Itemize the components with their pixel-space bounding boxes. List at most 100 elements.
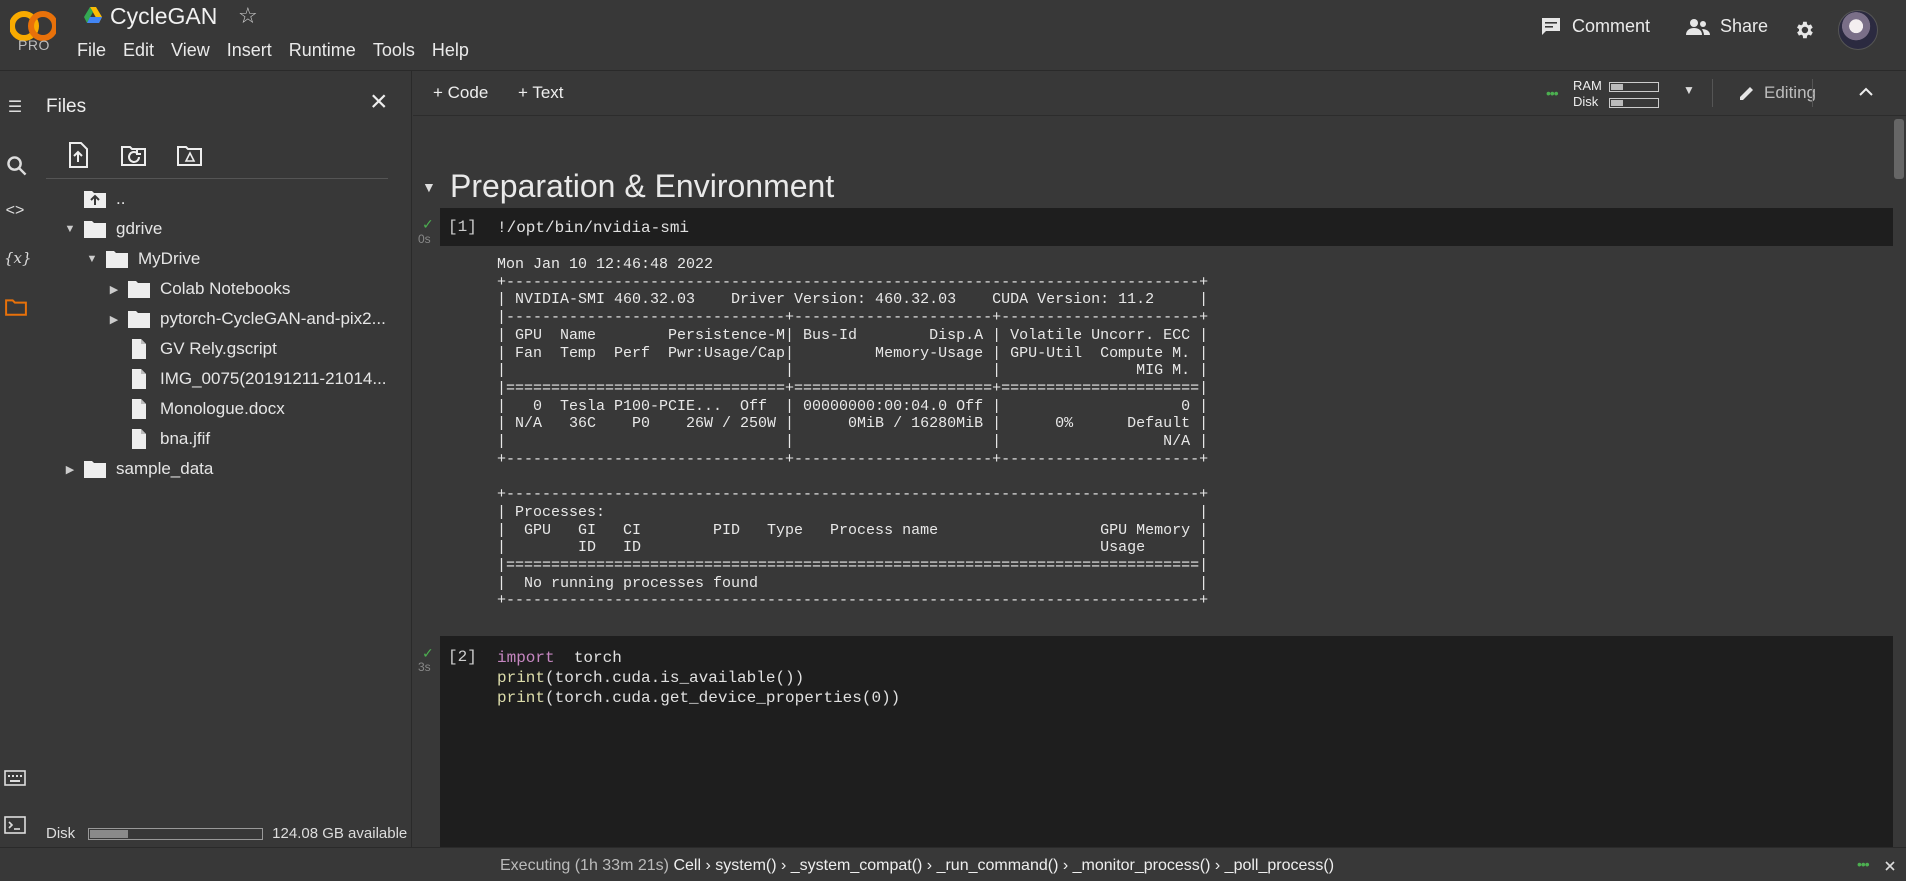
file-icon bbox=[132, 339, 146, 359]
disk-usage-fill bbox=[90, 829, 129, 838]
mount-drive-icon[interactable] bbox=[176, 141, 204, 169]
command-palette-icon[interactable] bbox=[4, 767, 26, 789]
upload-file-icon[interactable] bbox=[64, 141, 92, 169]
menu-insert[interactable]: Insert bbox=[227, 40, 272, 61]
chevron-right-icon: › bbox=[776, 857, 791, 874]
folder-icon bbox=[128, 281, 150, 298]
pencil-icon bbox=[1740, 87, 1753, 100]
executing-label: Executing (1h 33m 21s) bbox=[500, 857, 669, 874]
chevron-right-icon[interactable]: ▶ bbox=[106, 313, 122, 326]
add-text-button[interactable]: + Text bbox=[518, 83, 564, 103]
add-text-label: Text bbox=[532, 83, 564, 102]
notebook-toolbar: + Code + Text ••• RAM Disk ▼ Editing bbox=[413, 71, 1906, 116]
file-tree-item[interactable]: ▶ Colab Notebooks bbox=[106, 276, 290, 302]
file-tree-label: sample_data bbox=[116, 459, 214, 478]
trace-frame[interactable]: _run_command() bbox=[937, 857, 1059, 874]
file-tree-label: gdrive bbox=[116, 219, 163, 238]
folder-icon bbox=[84, 461, 106, 478]
disk-usage: Disk 124.08 GB available bbox=[46, 825, 407, 842]
avatar[interactable] bbox=[1838, 10, 1878, 50]
file-tree-item[interactable]: ▶ pytorch-CycleGAN-and-pix2... bbox=[106, 306, 386, 332]
toc-icon[interactable]: ☰ bbox=[4, 97, 26, 119]
share-label: Share bbox=[1720, 16, 1769, 36]
search-icon[interactable] bbox=[6, 155, 28, 177]
chevron-down-icon[interactable]: ▼ bbox=[84, 253, 100, 265]
file-tree-item[interactable]: ▼ MyDrive bbox=[84, 246, 200, 272]
variables-icon[interactable]: {x} bbox=[4, 249, 32, 271]
code-line: print(torch.cuda.get_device_properties(0… bbox=[497, 688, 900, 708]
code-line: print(torch.cuda.is_available()) bbox=[497, 668, 804, 688]
trace-frame[interactable]: _system_compat() bbox=[791, 857, 923, 874]
code-text: (torch.cuda.is_available()) bbox=[545, 669, 805, 687]
chevron-up-icon[interactable] bbox=[1859, 87, 1873, 97]
share-button[interactable]: Share bbox=[1686, 16, 1768, 37]
connected-indicator-icon: ••• bbox=[1857, 856, 1870, 872]
disk-available: 124.08 GB available bbox=[272, 825, 408, 842]
code-line: import torch bbox=[497, 648, 622, 668]
file-tree-label: bna.jfif bbox=[160, 429, 211, 448]
editing-mode-button[interactable]: Editing bbox=[1738, 83, 1816, 103]
comment-label: Comment bbox=[1572, 16, 1651, 36]
code-cell[interactable]: [2] import torch print(torch.cuda.is_ava… bbox=[440, 636, 1893, 847]
menu-file[interactable]: File bbox=[77, 40, 106, 61]
refresh-folder-icon[interactable] bbox=[120, 141, 148, 169]
file-tree-item[interactable]: GV Rely.gscript bbox=[106, 336, 277, 362]
file-tree-item[interactable]: ▼ gdrive bbox=[62, 216, 162, 242]
folder-icon bbox=[84, 221, 106, 238]
chevron-down-icon[interactable]: ▼ bbox=[1683, 83, 1695, 97]
terminal-icon[interactable] bbox=[4, 814, 26, 836]
close-icon[interactable] bbox=[1885, 861, 1895, 871]
notebook-title[interactable]: CycleGAN bbox=[110, 3, 217, 30]
trace-frame[interactable]: _poll_process() bbox=[1225, 857, 1334, 874]
folder-icon bbox=[128, 311, 150, 328]
trace-frame[interactable]: _monitor_process() bbox=[1073, 857, 1211, 874]
file-tree-item[interactable]: IMG_0075(20191211-21014... bbox=[106, 366, 387, 392]
chevron-right-icon[interactable]: ▶ bbox=[62, 463, 78, 476]
run-success-icon: ✓ bbox=[422, 216, 434, 232]
file-tree-item[interactable]: ▶ sample_data bbox=[62, 456, 213, 482]
menu-edit[interactable]: Edit bbox=[123, 40, 154, 61]
keyword: import bbox=[497, 649, 555, 667]
file-tree-label: Colab Notebooks bbox=[160, 279, 291, 298]
google-drive-icon[interactable] bbox=[84, 7, 102, 23]
comment-button[interactable]: Comment bbox=[1540, 16, 1650, 37]
chevron-right-icon: › bbox=[1210, 857, 1225, 874]
status-bar: Executing (1h 33m 21s) Cell › system() ›… bbox=[0, 847, 1906, 881]
close-icon[interactable]: × bbox=[370, 87, 388, 117]
chevron-down-icon[interactable]: ▼ bbox=[62, 223, 78, 235]
divider bbox=[1812, 79, 1813, 107]
add-code-button[interactable]: + Code bbox=[433, 83, 488, 103]
gear-icon[interactable] bbox=[1793, 19, 1815, 41]
file-tree-item[interactable]: Monologue.docx bbox=[106, 396, 285, 422]
resources-indicator[interactable]: RAM Disk bbox=[1573, 78, 1659, 110]
scrollbar[interactable] bbox=[1894, 119, 1904, 179]
file-tree-item[interactable]: .. bbox=[62, 186, 125, 212]
disk-label: Disk bbox=[46, 825, 76, 842]
file-icon bbox=[132, 399, 146, 419]
files-icon[interactable] bbox=[5, 296, 27, 318]
star-icon[interactable]: ☆ bbox=[238, 3, 258, 29]
menu-runtime[interactable]: Runtime bbox=[289, 40, 356, 61]
chevron-right-icon[interactable]: ▶ bbox=[106, 283, 122, 296]
menu-bar: File Edit View Insert Runtime Tools Help bbox=[77, 40, 486, 61]
folder-up-icon bbox=[84, 191, 106, 208]
file-icon bbox=[132, 369, 146, 389]
disk-usage-bar bbox=[88, 827, 264, 840]
call-trace: Cell › system() › _system_compat() › _ru… bbox=[673, 857, 1334, 874]
menu-view[interactable]: View bbox=[171, 40, 210, 61]
menu-tools[interactable]: Tools bbox=[373, 40, 415, 61]
trace-frame[interactable]: Cell bbox=[673, 857, 701, 874]
trace-frame[interactable]: system() bbox=[715, 857, 776, 874]
cell-exec-time: 0s bbox=[418, 232, 431, 246]
section-heading: Preparation & Environment bbox=[450, 168, 835, 204]
execution-status[interactable]: Executing (1h 33m 21s) Cell › system() ›… bbox=[500, 857, 1334, 875]
files-toolbar bbox=[64, 141, 204, 169]
disk-res-fill bbox=[1611, 99, 1623, 106]
code-cell[interactable]: [1] !/opt/bin/nvidia-smi bbox=[440, 208, 1893, 246]
menu-help[interactable]: Help bbox=[432, 40, 469, 61]
collapse-section-icon[interactable]: ▼ bbox=[422, 179, 436, 195]
code-snippets-icon[interactable]: <> bbox=[4, 202, 26, 224]
file-tree-label: MyDrive bbox=[138, 249, 201, 268]
file-tree-item[interactable]: bna.jfif bbox=[106, 426, 210, 452]
files-panel-title: Files bbox=[46, 96, 87, 117]
